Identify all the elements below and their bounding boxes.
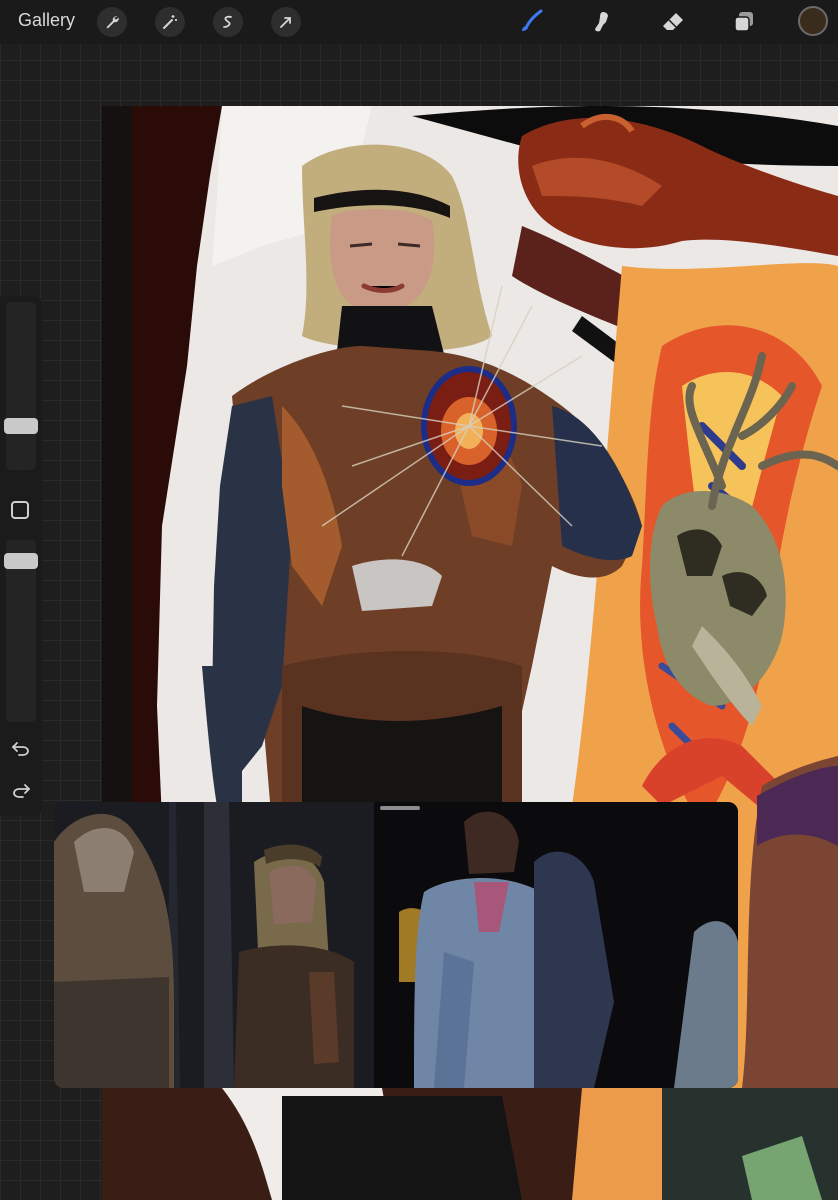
reference-window[interactable] — [54, 802, 738, 1088]
reference-photo — [54, 802, 738, 1088]
reference-drag-handle[interactable] — [380, 806, 420, 810]
undo-icon[interactable] — [10, 738, 32, 760]
redo-icon[interactable] — [10, 780, 32, 802]
layers-icon — [734, 12, 753, 32]
smudge-icon — [595, 12, 608, 32]
color-picker-button[interactable] — [798, 6, 828, 36]
transform-button[interactable] — [271, 7, 301, 37]
brush-tool-button[interactable] — [516, 7, 546, 37]
eraser-tool-button[interactable] — [658, 7, 688, 37]
modify-button[interactable] — [11, 501, 29, 519]
transform-arrow-icon — [280, 17, 291, 28]
top-toolbar: Gallery — [0, 0, 838, 44]
adjustments-button[interactable] — [155, 7, 185, 37]
smudge-tool-button[interactable] — [587, 7, 617, 37]
selection-icon — [223, 15, 232, 28]
brush-size-slider[interactable] — [6, 302, 36, 470]
selection-button[interactable] — [213, 7, 243, 37]
left-sidebar — [0, 296, 42, 816]
eraser-icon — [663, 13, 683, 30]
layers-button[interactable] — [729, 7, 759, 37]
wrench-icon — [106, 16, 119, 29]
brush-size-thumb[interactable] — [4, 418, 38, 434]
brush-icon — [522, 9, 543, 31]
actions-wrench-button[interactable] — [97, 7, 127, 37]
opacity-thumb[interactable] — [4, 553, 38, 569]
gallery-button[interactable]: Gallery — [18, 10, 75, 31]
magic-wand-icon — [163, 15, 177, 29]
